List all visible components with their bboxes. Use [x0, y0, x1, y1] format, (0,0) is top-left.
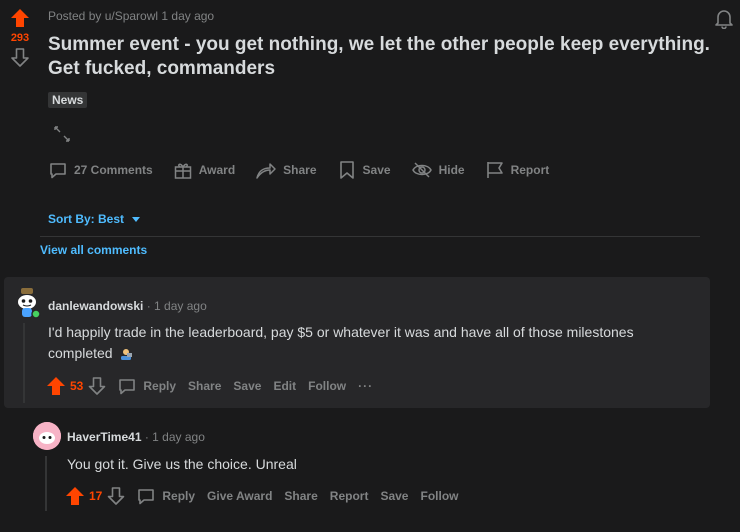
comment-body: I'd happily trade in the leaderboard, pa… [48, 322, 698, 364]
comment-body-line2-text: completed [48, 345, 113, 361]
upvote-arrow-icon[interactable] [65, 486, 85, 506]
report-label: Report [510, 163, 550, 177]
save-label: Save [362, 163, 391, 177]
avatar-snoo[interactable] [12, 285, 42, 319]
reply-button[interactable]: Reply [136, 486, 195, 506]
save-button[interactable]: Save [337, 160, 391, 180]
comment-timestamp: · 1 day ago [144, 430, 205, 444]
more-options-button[interactable]: ··· [358, 379, 373, 393]
award-label: Award [198, 163, 236, 177]
divider [40, 236, 700, 237]
post-title-line2: Get fucked, commanders [48, 58, 276, 79]
comment-vote: 17 [65, 486, 126, 506]
comment-author-name[interactable]: HaverTime41 [67, 430, 142, 444]
report-button[interactable]: Report [330, 489, 369, 503]
award-button[interactable]: Award [173, 160, 235, 180]
downvote-arrow-icon[interactable] [87, 376, 107, 396]
sort-label: Sort By: Best [48, 212, 125, 226]
edit-button[interactable]: Edit [273, 379, 296, 393]
share-label: Share [283, 163, 317, 177]
comments-label: 27 Comments [74, 163, 153, 177]
view-all-comments-link[interactable]: View all comments [40, 243, 147, 257]
post-title-line1: Summer event - you get nothing, we let t… [48, 34, 710, 55]
gift-icon [174, 163, 191, 179]
save-button[interactable]: Save [233, 379, 261, 393]
save-button[interactable]: Save [380, 489, 408, 503]
share-icon [256, 163, 276, 179]
comment-icon [119, 379, 136, 395]
comment-icon [138, 489, 155, 505]
comment-timestamp: · 1 day ago [146, 299, 207, 313]
reply-label: Reply [143, 379, 177, 393]
share-button[interactable]: Share [284, 489, 317, 503]
follow-button[interactable]: Follow [308, 379, 346, 393]
post-meta: Posted by u/Sparowl 1 day ago [48, 9, 215, 23]
post-vote-count: 293 [10, 32, 30, 44]
comment-actions: 53 Reply Share Save Edit Follow ··· [46, 376, 385, 396]
comment-author[interactable]: HaverTime41 · 1 day ago [67, 430, 205, 444]
comment-actions: 17 Reply Give Award Share Report Save Fo… [65, 486, 470, 506]
comment-body-line1: I'd happily trade in the leaderboard, pa… [48, 324, 634, 340]
give-award-button[interactable]: Give Award [207, 489, 272, 503]
post-vote-column: 293 [0, 6, 40, 68]
comment-body-line2: completed [48, 343, 698, 364]
thread-line[interactable] [23, 323, 25, 403]
reply-button[interactable]: Reply [117, 376, 176, 396]
hide-button[interactable]: Hide [411, 160, 465, 180]
comment-body-line1: You got it. Give us the choice. Unreal [67, 456, 297, 472]
emoji-icon [119, 347, 133, 361]
hide-label: Hide [438, 163, 465, 177]
share-button[interactable]: Share [188, 379, 221, 393]
avatar[interactable] [33, 422, 61, 450]
comment-author[interactable]: danlewandowski · 1 day ago [48, 299, 207, 313]
report-button[interactable]: Report [485, 160, 550, 180]
flag-icon [486, 162, 503, 178]
reply-label: Reply [162, 489, 196, 503]
comment-vote: 53 [46, 376, 107, 396]
downvote-arrow-icon[interactable] [9, 46, 31, 68]
comment-icon [50, 163, 66, 179]
thread-line[interactable] [45, 456, 47, 511]
expand-icon[interactable] [52, 124, 72, 144]
bell-icon[interactable] [713, 7, 735, 30]
downvote-arrow-icon[interactable] [106, 486, 126, 506]
hide-eye-icon [411, 162, 432, 178]
comment-author-name[interactable]: danlewandowski [48, 299, 143, 313]
comment-vote-count: 17 [89, 489, 103, 503]
post-flair[interactable]: News [48, 92, 88, 108]
share-button[interactable]: Share [255, 160, 317, 180]
chevron-down-icon [132, 216, 141, 222]
bookmark-icon [339, 161, 354, 179]
sort-dropdown[interactable]: Sort By: Best [48, 212, 141, 226]
comment-vote-count: 53 [70, 379, 84, 393]
comment-body: You got it. Give us the choice. Unreal [67, 454, 687, 475]
post-actions: 27 Comments Award Share Save Hide Report [48, 160, 569, 180]
follow-button[interactable]: Follow [420, 489, 458, 503]
upvote-arrow-icon[interactable] [8, 6, 32, 30]
post-title[interactable]: Summer event - you get nothing, we let t… [48, 33, 728, 81]
upvote-arrow-icon[interactable] [46, 376, 66, 396]
comments-button[interactable]: 27 Comments [48, 160, 153, 180]
